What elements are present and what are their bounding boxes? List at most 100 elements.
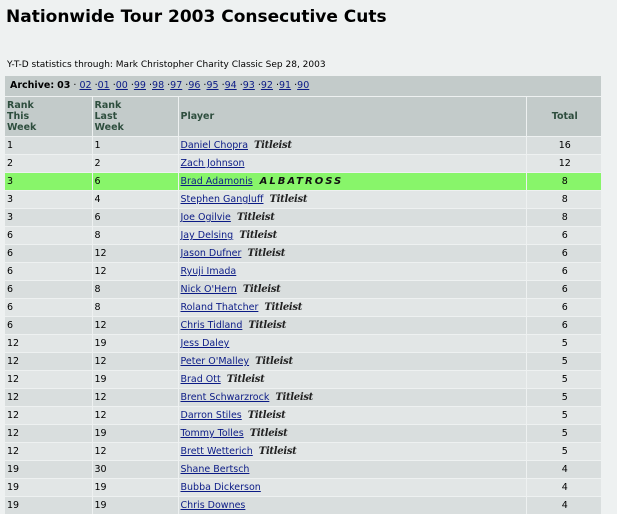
archive-year-link[interactable]: 90 xyxy=(297,80,309,91)
player-link[interactable]: Nick O'Hern xyxy=(181,284,237,295)
titleist-logo: Titleist xyxy=(259,446,297,457)
rank-last-week-cell: 30 xyxy=(92,461,178,479)
player-link[interactable]: Daniel Chopra xyxy=(181,140,249,151)
player-link[interactable]: Roland Thatcher xyxy=(181,302,259,313)
archive-current-year: 03 xyxy=(57,80,70,91)
archive-year-link[interactable]: 93 xyxy=(243,80,255,91)
player-cell: Stephen GangluffTitleist xyxy=(178,191,526,209)
archive-year-link[interactable]: 96 xyxy=(188,80,200,91)
archive-year-link[interactable]: 00 xyxy=(116,80,128,91)
titleist-logo: Titleist xyxy=(250,428,288,439)
rank-this-week-cell: 19 xyxy=(5,479,92,497)
rank-last-week-cell: 8 xyxy=(92,227,178,245)
total-cell: 5 xyxy=(526,407,601,425)
table-row: 612Ryuji Imada6 xyxy=(5,263,601,281)
total-cell: 5 xyxy=(526,425,601,443)
player-cell: Joe Ogilvie Titleist xyxy=(178,209,526,227)
titleist-logo: Titleist xyxy=(247,248,285,259)
player-cell: Ryuji Imada xyxy=(178,263,526,281)
archive-bar: Archive: 03 · 02 ·01 ·00 ·99 ·98 ·97 ·96… xyxy=(5,76,601,97)
total-cell: 5 xyxy=(526,389,601,407)
archive-year-link[interactable]: 98 xyxy=(152,80,164,91)
total-cell: 6 xyxy=(526,245,601,263)
titleist-logo: Titleist xyxy=(275,392,313,403)
archive-year-link[interactable]: 99 xyxy=(134,80,146,91)
player-link[interactable]: Chris Tidland xyxy=(181,320,243,331)
player-cell: Brad AdamonisALBATROSS xyxy=(178,173,526,191)
rank-last-week-cell: 12 xyxy=(92,443,178,461)
archive-year-link[interactable]: 97 xyxy=(170,80,182,91)
total-cell: 5 xyxy=(526,335,601,353)
rank-last-week-cell: 6 xyxy=(92,173,178,191)
player-cell: Brent Schwarzrock Titleist xyxy=(178,389,526,407)
rank-this-week-cell: 19 xyxy=(5,497,92,514)
titleist-logo: Titleist xyxy=(237,212,275,223)
player-link[interactable]: Jay Delsing xyxy=(181,230,234,241)
titleist-logo: Titleist xyxy=(248,320,286,331)
table-row: 1219Tommy TollesTitleist5 xyxy=(5,425,601,443)
player-link[interactable]: Joe Ogilvie xyxy=(181,212,231,223)
archive-year-link[interactable]: 01 xyxy=(98,80,110,91)
table-row: 1919Bubba Dickerson4 xyxy=(5,479,601,497)
player-link[interactable]: Peter O'Malley xyxy=(181,356,250,367)
player-link[interactable]: Brad Adamonis xyxy=(181,176,253,187)
player-cell: Tommy Tolles Titleist xyxy=(178,425,526,443)
player-link[interactable]: Shane Bertsch xyxy=(181,464,250,475)
total-cell: 6 xyxy=(526,299,601,317)
player-cell: Zach Johnson xyxy=(178,155,526,173)
rank-last-week-cell: 19 xyxy=(92,497,178,514)
rank-last-week-cell: 12 xyxy=(92,245,178,263)
table-row: 36Brad AdamonisALBATROSS8 xyxy=(5,173,601,191)
total-cell: 6 xyxy=(526,263,601,281)
player-link[interactable]: Darron Stiles xyxy=(181,410,242,421)
rank-this-week-cell: 3 xyxy=(5,191,92,209)
rank-last-week-cell: 12 xyxy=(92,353,178,371)
table-body: 11Daniel ChopraTitleist1622Zach Johnson1… xyxy=(5,137,601,514)
titleist-logo: Titleist xyxy=(239,230,277,241)
header-rank-last-week[interactable]: Rank Last Week xyxy=(92,97,178,137)
player-link[interactable]: Stephen Gangluff xyxy=(181,194,264,205)
titleist-logo: Titleist xyxy=(227,374,265,385)
rank-this-week-cell: 6 xyxy=(5,263,92,281)
player-cell: Chris Downes xyxy=(178,497,526,514)
header-player[interactable]: Player xyxy=(178,97,526,137)
total-cell: 6 xyxy=(526,227,601,245)
header-total[interactable]: Total xyxy=(526,97,601,137)
player-link[interactable]: Brad Ott xyxy=(181,374,221,385)
rank-last-week-cell: 12 xyxy=(92,317,178,335)
player-link[interactable]: Brent Schwarzrock xyxy=(181,392,270,403)
archive-year-link[interactable]: 02 xyxy=(79,80,91,91)
player-link[interactable]: Jason Dufner xyxy=(181,248,242,259)
total-cell: 16 xyxy=(526,137,601,155)
rank-this-week-cell: 6 xyxy=(5,299,92,317)
rank-this-week-cell: 1 xyxy=(5,137,92,155)
player-link[interactable]: Tommy Tolles xyxy=(181,428,244,439)
rank-this-week-cell: 12 xyxy=(5,443,92,461)
rank-last-week-cell: 6 xyxy=(92,209,178,227)
titleist-logo: Titleist xyxy=(255,356,293,367)
player-cell: Bubba Dickerson xyxy=(178,479,526,497)
header-rank-this-week[interactable]: Rank This Week xyxy=(5,97,92,137)
rank-last-week-cell: 12 xyxy=(92,407,178,425)
archive-year-link[interactable]: 91 xyxy=(279,80,291,91)
player-cell: Roland ThatcherTitleist xyxy=(178,299,526,317)
table-row: 1919Chris Downes4 xyxy=(5,497,601,514)
rank-last-week-cell: 2 xyxy=(92,155,178,173)
player-cell: Jess Daley xyxy=(178,335,526,353)
table-row: 68Jay DelsingTitleist6 xyxy=(5,227,601,245)
player-link[interactable]: Jess Daley xyxy=(181,338,230,349)
total-cell: 12 xyxy=(526,155,601,173)
player-link[interactable]: Chris Downes xyxy=(181,500,246,511)
player-link[interactable]: Bubba Dickerson xyxy=(181,482,261,493)
player-link[interactable]: Brett Wetterich xyxy=(181,446,253,457)
total-cell: 5 xyxy=(526,443,601,461)
rank-this-week-cell: 12 xyxy=(5,371,92,389)
player-link[interactable]: Zach Johnson xyxy=(181,158,245,169)
archive-year-link[interactable]: 94 xyxy=(225,80,237,91)
table-row: 11Daniel ChopraTitleist16 xyxy=(5,137,601,155)
player-link[interactable]: Ryuji Imada xyxy=(181,266,237,277)
rank-this-week-cell: 6 xyxy=(5,227,92,245)
archive-year-link[interactable]: 95 xyxy=(206,80,218,91)
archive-year-link[interactable]: 92 xyxy=(261,80,273,91)
rank-last-week-cell: 1 xyxy=(92,137,178,155)
